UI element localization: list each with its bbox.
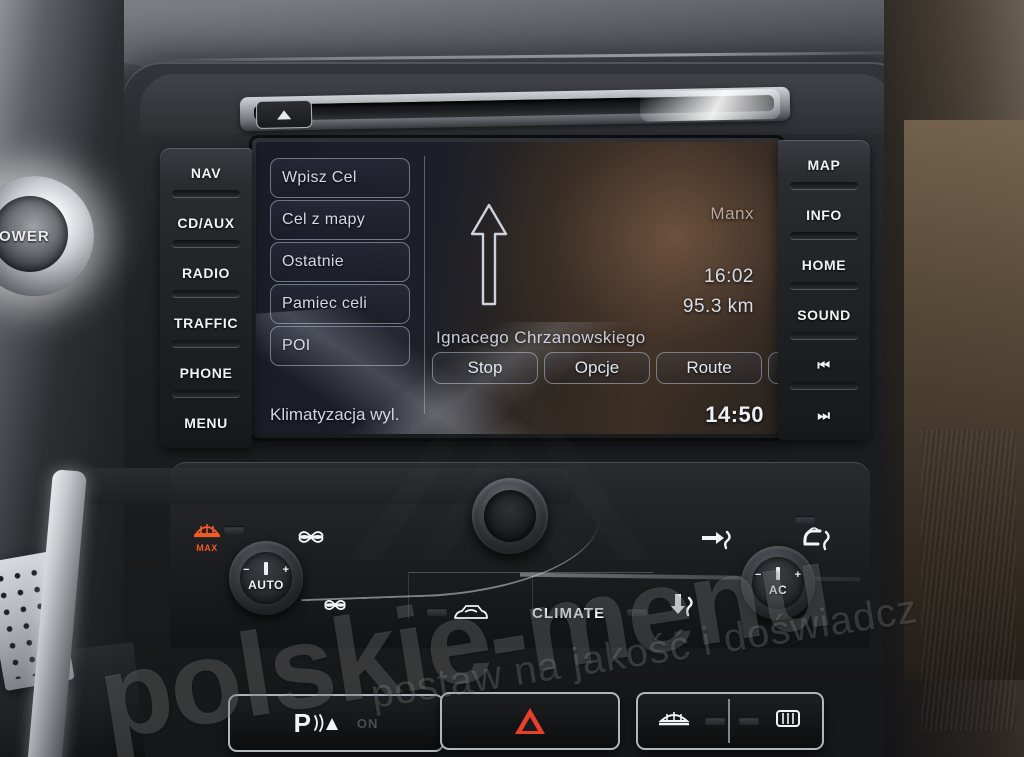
defrost-button-separator	[728, 699, 730, 743]
rear-defrost-btn-indicator	[739, 717, 759, 725]
passenger-temperature-knob[interactable]: − + AC	[741, 546, 815, 620]
airflow-feet-indicator	[627, 608, 647, 616]
key-menu[interactable]: MENU	[160, 398, 252, 448]
key-previous-track[interactable]: ⏮	[778, 340, 870, 390]
recirculation-indicator	[427, 608, 447, 616]
key-home[interactable]: HOME	[778, 240, 870, 290]
front-defrost-indicator	[705, 717, 725, 725]
front-defrost-max-icon[interactable]: MAX	[192, 518, 222, 553]
fan-up-icon[interactable]	[296, 524, 326, 555]
key-info[interactable]: INFO	[778, 190, 870, 240]
voice-volume-button[interactable]	[768, 352, 778, 384]
passenger-knob-face: − + AC	[752, 557, 804, 609]
right-key-column: MAP INFO HOME SOUND ⏮ ⏭	[778, 140, 870, 440]
route-button[interactable]: Route	[656, 352, 762, 384]
plus-label: +	[794, 569, 801, 581]
menu-item-wpisz-cel[interactable]: Wpisz Cel	[270, 158, 410, 198]
infotainment-screen[interactable]: Wpisz Cel Cel z mapy Ostatnie Pamiec cel…	[256, 142, 778, 434]
front-windscreen-defrost-icon[interactable]	[657, 707, 691, 736]
menu-item-label: Ostatnie	[282, 253, 344, 270]
cd-slot-glare	[639, 88, 781, 122]
key-label: MAP	[807, 157, 841, 173]
knob-plusminus: − +	[752, 569, 804, 581]
menu-item-ostatnie[interactable]: Ostatnie	[270, 242, 410, 282]
previous-track-icon: ⏮	[817, 356, 831, 373]
eta-value: 16:02	[703, 266, 754, 287]
key-label: INFO	[806, 207, 842, 223]
destination-name: Manx	[710, 204, 754, 223]
key-sound[interactable]: SOUND	[778, 290, 870, 340]
right-dash-pillar	[884, 0, 1024, 757]
ac-label: AC	[768, 583, 788, 597]
distance-value: 95.3 km	[682, 296, 754, 317]
key-label: HOME	[801, 257, 847, 273]
airflow-face-icon[interactable]	[700, 528, 734, 557]
car-dashboard-photo: POWER Wpisz Cel Cel z mapy Ostatnie Pami…	[0, 0, 1024, 757]
climate-button-label[interactable]: CLIMATE	[532, 605, 605, 622]
screen-glare-right	[256, 322, 646, 434]
infotainment-screen-frame: Wpisz Cel Cel z mapy Ostatnie Pamiec cel…	[252, 138, 782, 438]
status-clock: 14:50	[705, 402, 764, 427]
key-label: MENU	[184, 415, 228, 431]
route-button-label: Route	[686, 358, 732, 377]
air-recirculation-icon[interactable]	[452, 602, 490, 627]
key-label: PHONE	[179, 365, 233, 381]
navigation-info: Manx 16:02 95.3 km	[683, 204, 754, 318]
key-phone[interactable]: PHONE	[160, 348, 252, 398]
park-assist-button[interactable]: P ON	[228, 694, 444, 752]
park-assist-icon: P	[294, 710, 343, 736]
key-traffic[interactable]: TRAFFIC	[160, 298, 252, 348]
key-radio[interactable]: RADIO	[160, 248, 252, 298]
menu-item-label: Cel z mapy	[282, 211, 366, 228]
rear-window-defrost-icon[interactable]	[773, 707, 803, 736]
key-label: RADIO	[181, 265, 231, 281]
park-assist-state-label: ON	[356, 715, 379, 731]
cd-eject-button[interactable]	[255, 99, 313, 129]
plus-label: +	[282, 564, 289, 576]
knob-plusminus: − +	[240, 564, 292, 576]
minus-label: −	[243, 564, 250, 576]
max-defrost-label: MAX	[196, 543, 218, 553]
fan-down-icon[interactable]	[322, 594, 348, 621]
wood-grain-texture	[921, 430, 1016, 730]
minus-label: −	[755, 569, 762, 581]
driver-temperature-knob[interactable]: − + AUTO	[229, 541, 303, 615]
next-track-icon: ⏭	[817, 406, 831, 423]
airflow-feet-icon[interactable]	[666, 592, 700, 625]
key-map[interactable]: MAP	[778, 140, 870, 190]
hazard-triangle-icon	[515, 708, 545, 734]
key-nav[interactable]: NAV	[160, 148, 252, 198]
key-label: SOUND	[797, 307, 851, 323]
driver-knob-face: − + AUTO	[240, 552, 292, 604]
rear-defrost-indicator	[795, 516, 815, 524]
auto-label: AUTO	[248, 578, 284, 592]
park-assist-glyph: P	[293, 708, 311, 738]
rear-defrost-seat-icon[interactable]	[800, 524, 836, 557]
eject-icon	[276, 109, 292, 120]
ignition-label: POWER	[0, 228, 50, 245]
key-label: TRAFFIC	[173, 315, 239, 331]
key-label: CD/AUX	[177, 215, 235, 231]
menu-item-cel-z-mapy[interactable]: Cel z mapy	[270, 200, 410, 240]
left-key-column: NAV CD/AUX RADIO TRAFFIC PHONE MENU	[160, 148, 252, 448]
defrost-button-pair[interactable]	[636, 692, 824, 750]
menu-item-label: Wpisz Cel	[282, 169, 357, 186]
key-cd-aux[interactable]: CD/AUX	[160, 198, 252, 248]
key-label: NAV	[190, 165, 222, 181]
max-defrost-indicator	[224, 526, 244, 534]
hazard-lights-button[interactable]	[440, 692, 620, 750]
key-next-track[interactable]: ⏭	[778, 390, 870, 440]
